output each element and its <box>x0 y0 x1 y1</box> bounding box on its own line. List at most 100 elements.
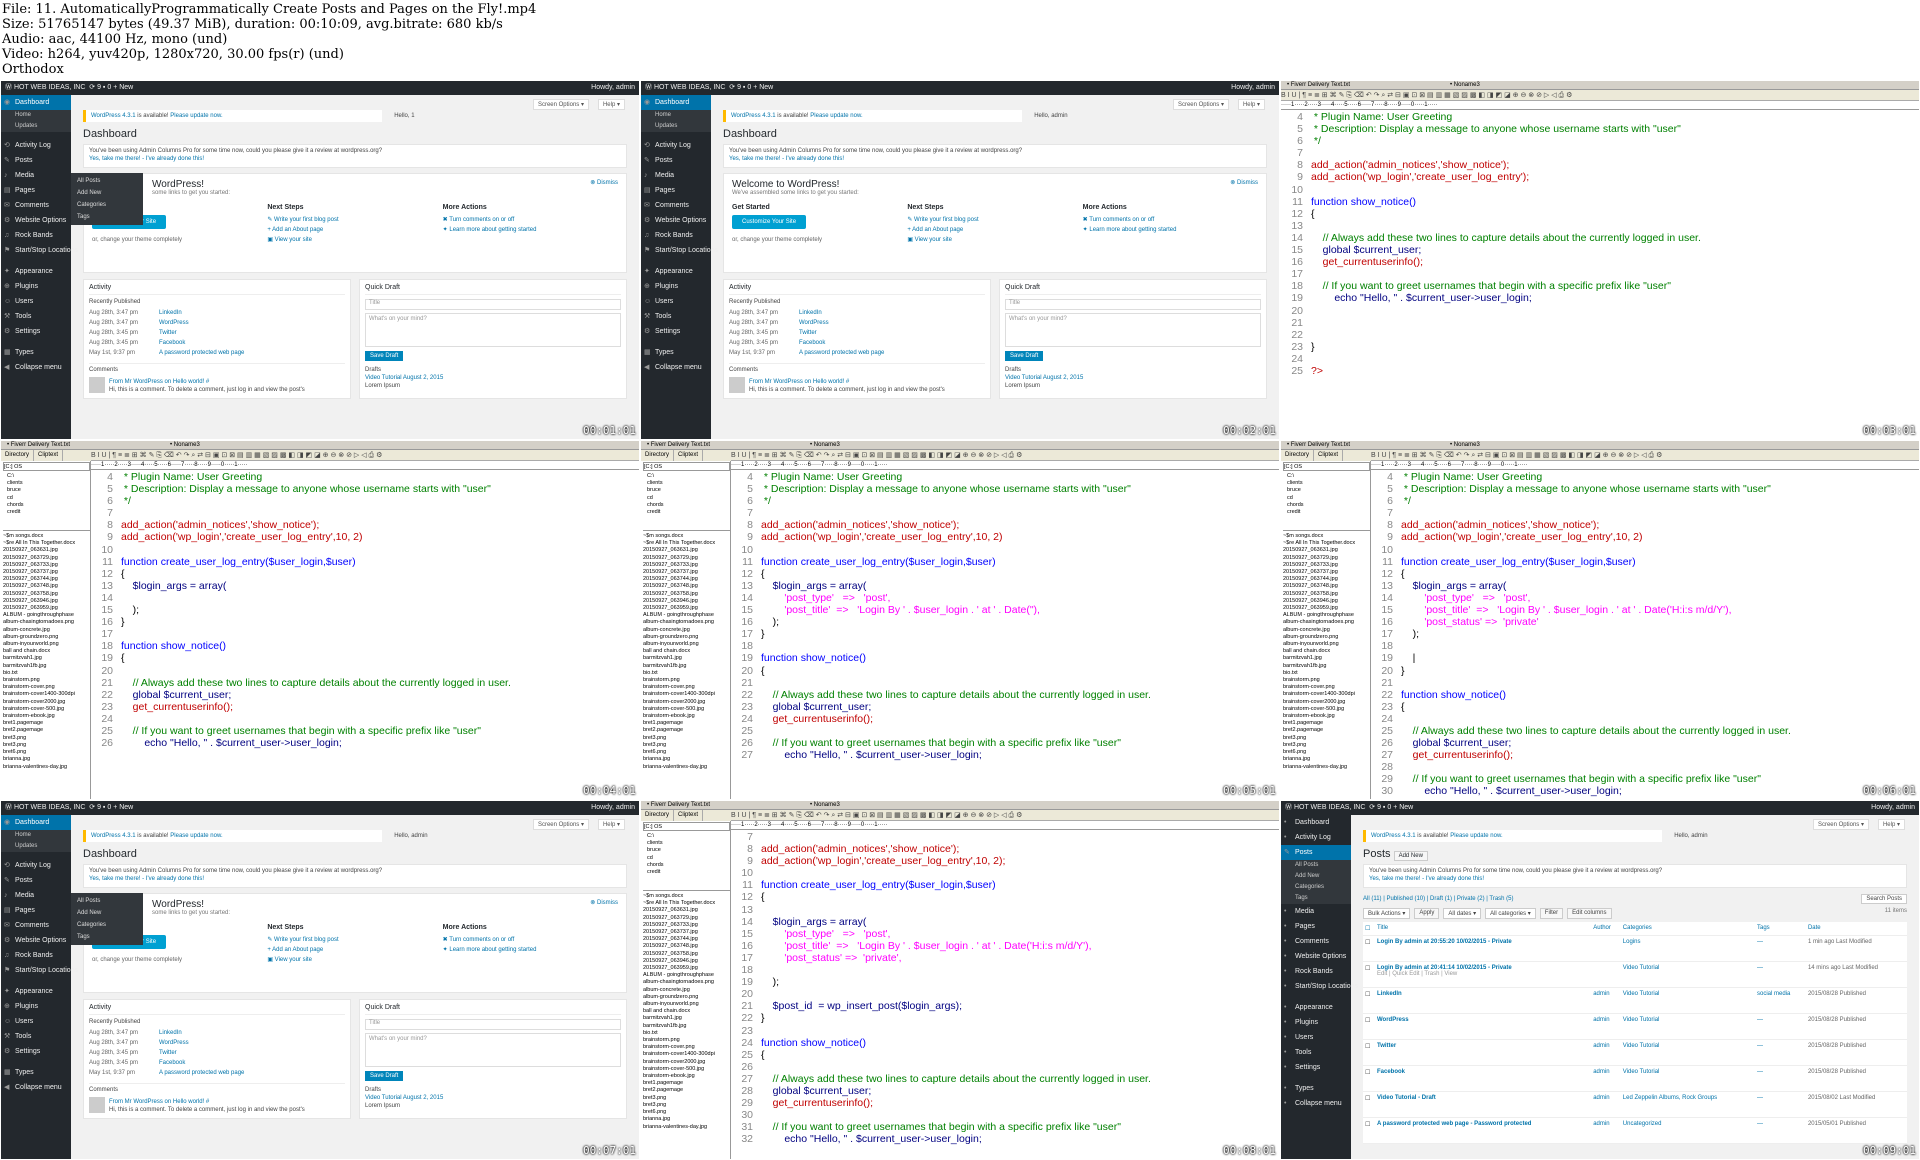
file-item[interactable]: brainstorm-cover1400-300dpi <box>643 1051 730 1058</box>
file-item[interactable]: brainstorm-cover-500.jpg <box>1283 706 1370 713</box>
file-item[interactable]: 20150927_063729.jpg <box>643 915 730 922</box>
row-checkbox[interactable]: ☐ <box>1365 940 1370 946</box>
site-name[interactable]: HOT WEB IDEAS, INC <box>1294 804 1365 811</box>
post-title-link[interactable]: Twitter <box>1377 1043 1396 1049</box>
select-all-checkbox[interactable]: ☐ <box>1365 926 1370 932</box>
file-item[interactable]: 20150927_063946.jpg <box>1283 598 1370 605</box>
post-categories[interactable]: Led Zeppelin Albums, Rock Groups <box>1623 1095 1717 1101</box>
row-checkbox[interactable]: ☐ <box>1365 1044 1370 1050</box>
file-item[interactable]: bret1.pagemage <box>643 1080 730 1087</box>
update-now-link[interactable]: Please update now. <box>170 113 222 119</box>
editor-file-tab[interactable]: • Fiverr Delivery Text.txt <box>1287 442 1350 448</box>
screen-options-button[interactable]: Screen Options ▾ <box>1172 99 1229 110</box>
file-item[interactable]: brianna-valentines-day.jpg <box>3 764 90 771</box>
sidebar-item-7[interactable]: ✉ Comments <box>641 198 711 213</box>
column-header[interactable]: Categories <box>1620 922 1755 936</box>
file-item[interactable]: brainstorm.png <box>3 677 90 684</box>
admin-bar-counts[interactable]: ⟳ 9 ▪ 0 + New <box>89 804 133 811</box>
file-item[interactable]: album-chasingtornadoes.png <box>3 619 90 626</box>
file-item[interactable]: brainstorm-cover2000.jpg <box>1283 699 1370 706</box>
save-draft-button[interactable]: Save Draft <box>365 1071 404 1081</box>
file-item[interactable]: bio.txt <box>643 1030 730 1037</box>
flyout-item-1[interactable]: Add New <box>77 187 137 199</box>
screen-options-button[interactable]: Screen Options ▾ <box>532 819 589 830</box>
sidebar-item-13[interactable]: • Users <box>1281 1030 1351 1045</box>
comments-toggle-link[interactable]: Turn comments on or off <box>449 217 514 223</box>
sidebar-item-11[interactable]: ✦ Appearance <box>1 984 71 999</box>
post-tags[interactable]: — <box>1757 939 1763 945</box>
recent-title[interactable]: WordPress <box>159 320 189 326</box>
update-now-link[interactable]: Please update now. <box>810 113 862 119</box>
directory-tab[interactable]: Directory <box>641 810 675 821</box>
sidebar-item-10[interactable]: ⚑ Start/Stop Locations <box>641 243 718 258</box>
sidebar-item-13[interactable]: ☺ Users <box>641 294 711 309</box>
ns-link[interactable]: + Add an About page <box>267 945 442 955</box>
file-item[interactable]: brianna.jpg <box>1283 756 1370 763</box>
ns-link[interactable]: ✎ Write your first blog post <box>267 935 442 945</box>
sidebar-item-5[interactable]: ♪ Media <box>1 168 71 183</box>
sidebar-item-15[interactable]: • Settings <box>1281 1060 1351 1075</box>
help-button[interactable]: Help ▾ <box>1877 819 1905 830</box>
admin-bar-counts[interactable]: ⟳ 9 ▪ 0 + New <box>729 84 773 91</box>
admin-bar-counts[interactable]: ⟳ 9 ▪ 0 + New <box>89 84 133 91</box>
ns-link[interactable]: + Add an About page <box>267 225 442 235</box>
file-item[interactable]: ALBUM - goingthroughphase <box>3 612 90 619</box>
comment-from[interactable]: From Mr WordPress on Hello world! # <box>749 377 945 387</box>
howdy-user[interactable]: Howdy, admin <box>591 801 635 815</box>
learn-more-link[interactable]: Learn more about getting started <box>449 227 536 233</box>
file-item[interactable]: 20150927_063744.jpg <box>643 936 730 943</box>
file-item[interactable]: ~$m songs.docx <box>643 893 730 900</box>
file-item[interactable]: 20150927_063946.jpg <box>3 598 90 605</box>
sidebar-item-12[interactable]: ⊕ Plugins <box>1 999 71 1014</box>
sidebar-item-16[interactable]: ▦ Types <box>1 345 71 360</box>
post-categories[interactable]: Video Tutorial <box>1623 991 1660 997</box>
drive-select[interactable]: [C:] OS <box>1283 462 1370 471</box>
update-version-link[interactable]: WordPress 4.3.1 <box>91 833 136 839</box>
file-item[interactable]: bret3.png <box>1283 735 1370 742</box>
file-item[interactable]: brianna.jpg <box>643 1116 730 1123</box>
sidebar-sub-1[interactable]: Home <box>1 830 71 841</box>
file-item[interactable]: 20150927_063737.jpg <box>1283 569 1370 576</box>
file-item[interactable]: ~$m songs.docx <box>3 533 90 540</box>
file-item[interactable]: brainstorm-ebook.jpg <box>1283 713 1370 720</box>
file-item[interactable]: 20150927_063946.jpg <box>643 598 730 605</box>
wp-logo-icon[interactable]: Ⓦ <box>1285 804 1294 811</box>
draft-content-input[interactable]: What's on your mind? <box>365 313 621 347</box>
ns-link[interactable]: ✎ Write your first blog post <box>267 215 442 225</box>
file-item[interactable]: album-groundzero.png <box>643 994 730 1001</box>
dismiss-button[interactable]: ⊗ Dismiss <box>1230 179 1258 186</box>
file-item[interactable]: bret3.png <box>643 742 730 749</box>
post-tags[interactable]: — <box>1757 965 1763 971</box>
file-item[interactable]: ~$m songs.docx <box>643 533 730 540</box>
file-item[interactable]: brainstorm-cover.png <box>643 1044 730 1051</box>
post-title-link[interactable]: LinkedIn <box>1377 991 1402 997</box>
file-item[interactable]: barmitzvah1fb.jpg <box>3 663 90 670</box>
file-item[interactable]: 20150927_063744.jpg <box>643 576 730 583</box>
howdy-user[interactable]: Howdy, admin <box>1231 81 1275 95</box>
file-item[interactable]: album-inyourworld.png <box>643 641 730 648</box>
folder-item[interactable]: bruce <box>1283 487 1370 494</box>
recent-title[interactable]: Facebook <box>159 1060 185 1066</box>
recent-title[interactable]: A password protected web page <box>159 350 244 356</box>
posts-submenu-item[interactable]: Add New <box>1281 871 1351 882</box>
howdy-user[interactable]: Howdy, admin <box>591 81 635 95</box>
folder-item[interactable]: credit <box>643 509 730 516</box>
change-theme-link[interactable]: or, change your theme completely <box>92 955 267 965</box>
sidebar-item-posts[interactable]: ✎ Posts <box>1281 845 1351 860</box>
file-item[interactable]: album-groundzero.png <box>3 634 90 641</box>
recent-title[interactable]: Facebook <box>799 340 825 346</box>
post-tags[interactable]: social media <box>1757 991 1790 997</box>
post-tags[interactable]: — <box>1757 1043 1763 1049</box>
recent-title[interactable]: LinkedIn <box>159 1030 182 1036</box>
folder-item[interactable]: credit <box>643 869 730 876</box>
sidebar-item-0[interactable]: ◉ Dashboard <box>641 95 711 110</box>
screen-options-button[interactable]: Screen Options ▾ <box>532 99 589 110</box>
folder-item[interactable]: credit <box>1283 509 1370 516</box>
folder-item[interactable]: credit <box>3 509 90 516</box>
sidebar-item-14[interactable]: • Tools <box>1281 1045 1351 1060</box>
sidebar-item-9[interactable]: ♫ Rock Bands <box>1 948 71 963</box>
flyout-item-2[interactable]: Categories <box>77 199 137 211</box>
file-item[interactable]: barmitzvah1fb.jpg <box>643 1023 730 1030</box>
cliptext-tab[interactable]: Cliptext <box>34 450 64 461</box>
file-item[interactable]: 20150927_063758.jpg <box>643 951 730 958</box>
